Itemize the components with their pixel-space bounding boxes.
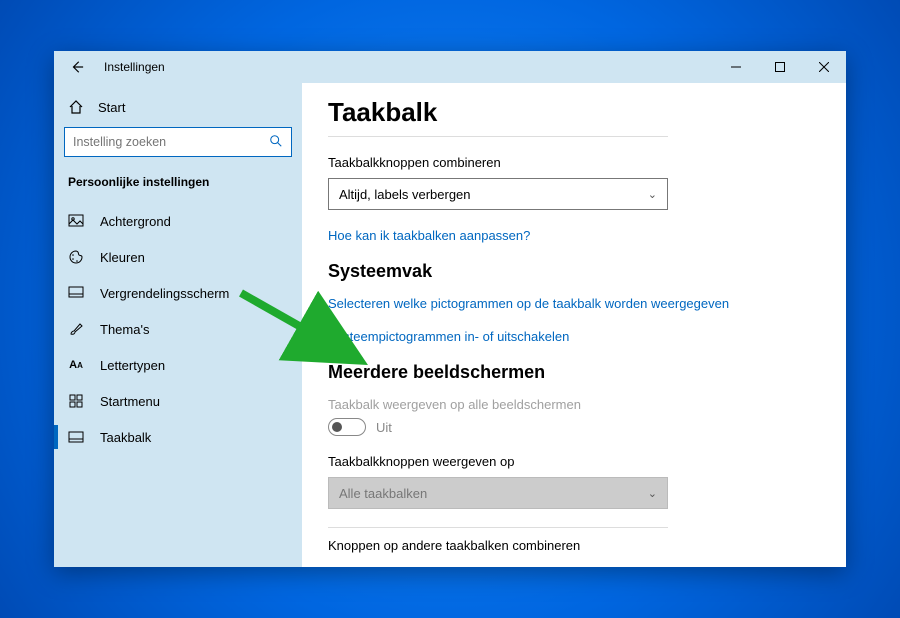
brush-icon [68,321,84,337]
nav-label: Taakbalk [100,430,151,445]
settings-window: Instellingen Start Persoonlijke instelli… [54,51,846,567]
minimize-button[interactable] [714,51,758,83]
combine-label: Taakbalkknoppen combineren [328,155,800,170]
combine-other-label: Knoppen op andere taakbalken combineren [328,538,800,553]
close-button[interactable] [802,51,846,83]
nav-item-colors[interactable]: Kleuren [54,239,302,275]
window-controls [714,51,846,83]
lockscreen-icon [68,285,84,301]
nav-item-startmenu[interactable]: Startmenu [54,383,302,419]
nav-label: Thema's [100,322,149,337]
show-buttons-on-label: Taakbalkknoppen weergeven op [328,454,800,469]
show-buttons-on-value: Alle taakbalken [339,486,427,501]
divider [328,527,668,528]
nav-item-taskbar[interactable]: Taakbalk [54,419,302,455]
palette-icon [68,249,84,265]
combine-value: Altijd, labels verbergen [339,187,471,202]
toggle-state-label: Uit [376,420,392,435]
show-on-all-toggle[interactable] [328,418,366,436]
content-area: Start Persoonlijke instellingen Achtergr… [54,83,846,567]
divider [328,136,668,137]
nav-label: Startmenu [100,394,160,409]
systray-heading: Systeemvak [328,261,800,282]
font-icon: AA [68,357,84,373]
back-button[interactable] [68,58,86,76]
nav-item-background[interactable]: Achtergrond [54,203,302,239]
nav-item-themes[interactable]: Thema's [54,311,302,347]
chevron-down-icon: ⌄ [648,188,657,201]
home-button[interactable]: Start [54,99,302,127]
nav-label: Achtergrond [100,214,171,229]
systray-toggle-icons-link[interactable]: Systeempictogrammen in- of uitschakelen [328,329,800,344]
nav-item-lockscreen[interactable]: Vergrendelingsscherm [54,275,302,311]
nav-item-fonts[interactable]: AA Lettertypen [54,347,302,383]
home-label: Start [98,100,125,115]
page-title: Taakbalk [328,97,800,128]
sidebar: Start Persoonlijke instellingen Achtergr… [54,83,302,567]
show-on-all-toggle-row: Uit [328,418,800,436]
arrow-left-icon [70,60,84,74]
window-title: Instellingen [104,60,165,74]
search-input[interactable] [73,135,269,149]
home-icon [68,99,84,115]
systray-select-icons-link[interactable]: Selecteren welke pictogrammen op de taak… [328,296,800,311]
combine-dropdown[interactable]: Altijd, labels verbergen ⌄ [328,178,668,210]
titlebar: Instellingen [54,51,846,83]
nav-label: Lettertypen [100,358,165,373]
show-buttons-on-dropdown: Alle taakbalken ⌄ [328,477,668,509]
search-box[interactable] [64,127,292,157]
picture-icon [68,213,84,229]
taskbar-icon [68,429,84,445]
multimon-heading: Meerdere beeldschermen [328,362,800,383]
maximize-button[interactable] [758,51,802,83]
customize-link[interactable]: Hoe kan ik taakbalken aanpassen? [328,228,800,243]
chevron-down-icon: ⌄ [648,487,657,500]
nav-label: Kleuren [100,250,145,265]
show-on-all-label: Taakbalk weergeven op alle beeldschermen [328,397,800,412]
main-panel: Taakbalk Taakbalkknoppen combineren Alti… [302,83,846,567]
sidebar-heading: Persoonlijke instellingen [54,175,302,203]
search-icon [269,134,283,151]
nav-label: Vergrendelingsscherm [100,286,229,301]
start-icon [68,393,84,409]
